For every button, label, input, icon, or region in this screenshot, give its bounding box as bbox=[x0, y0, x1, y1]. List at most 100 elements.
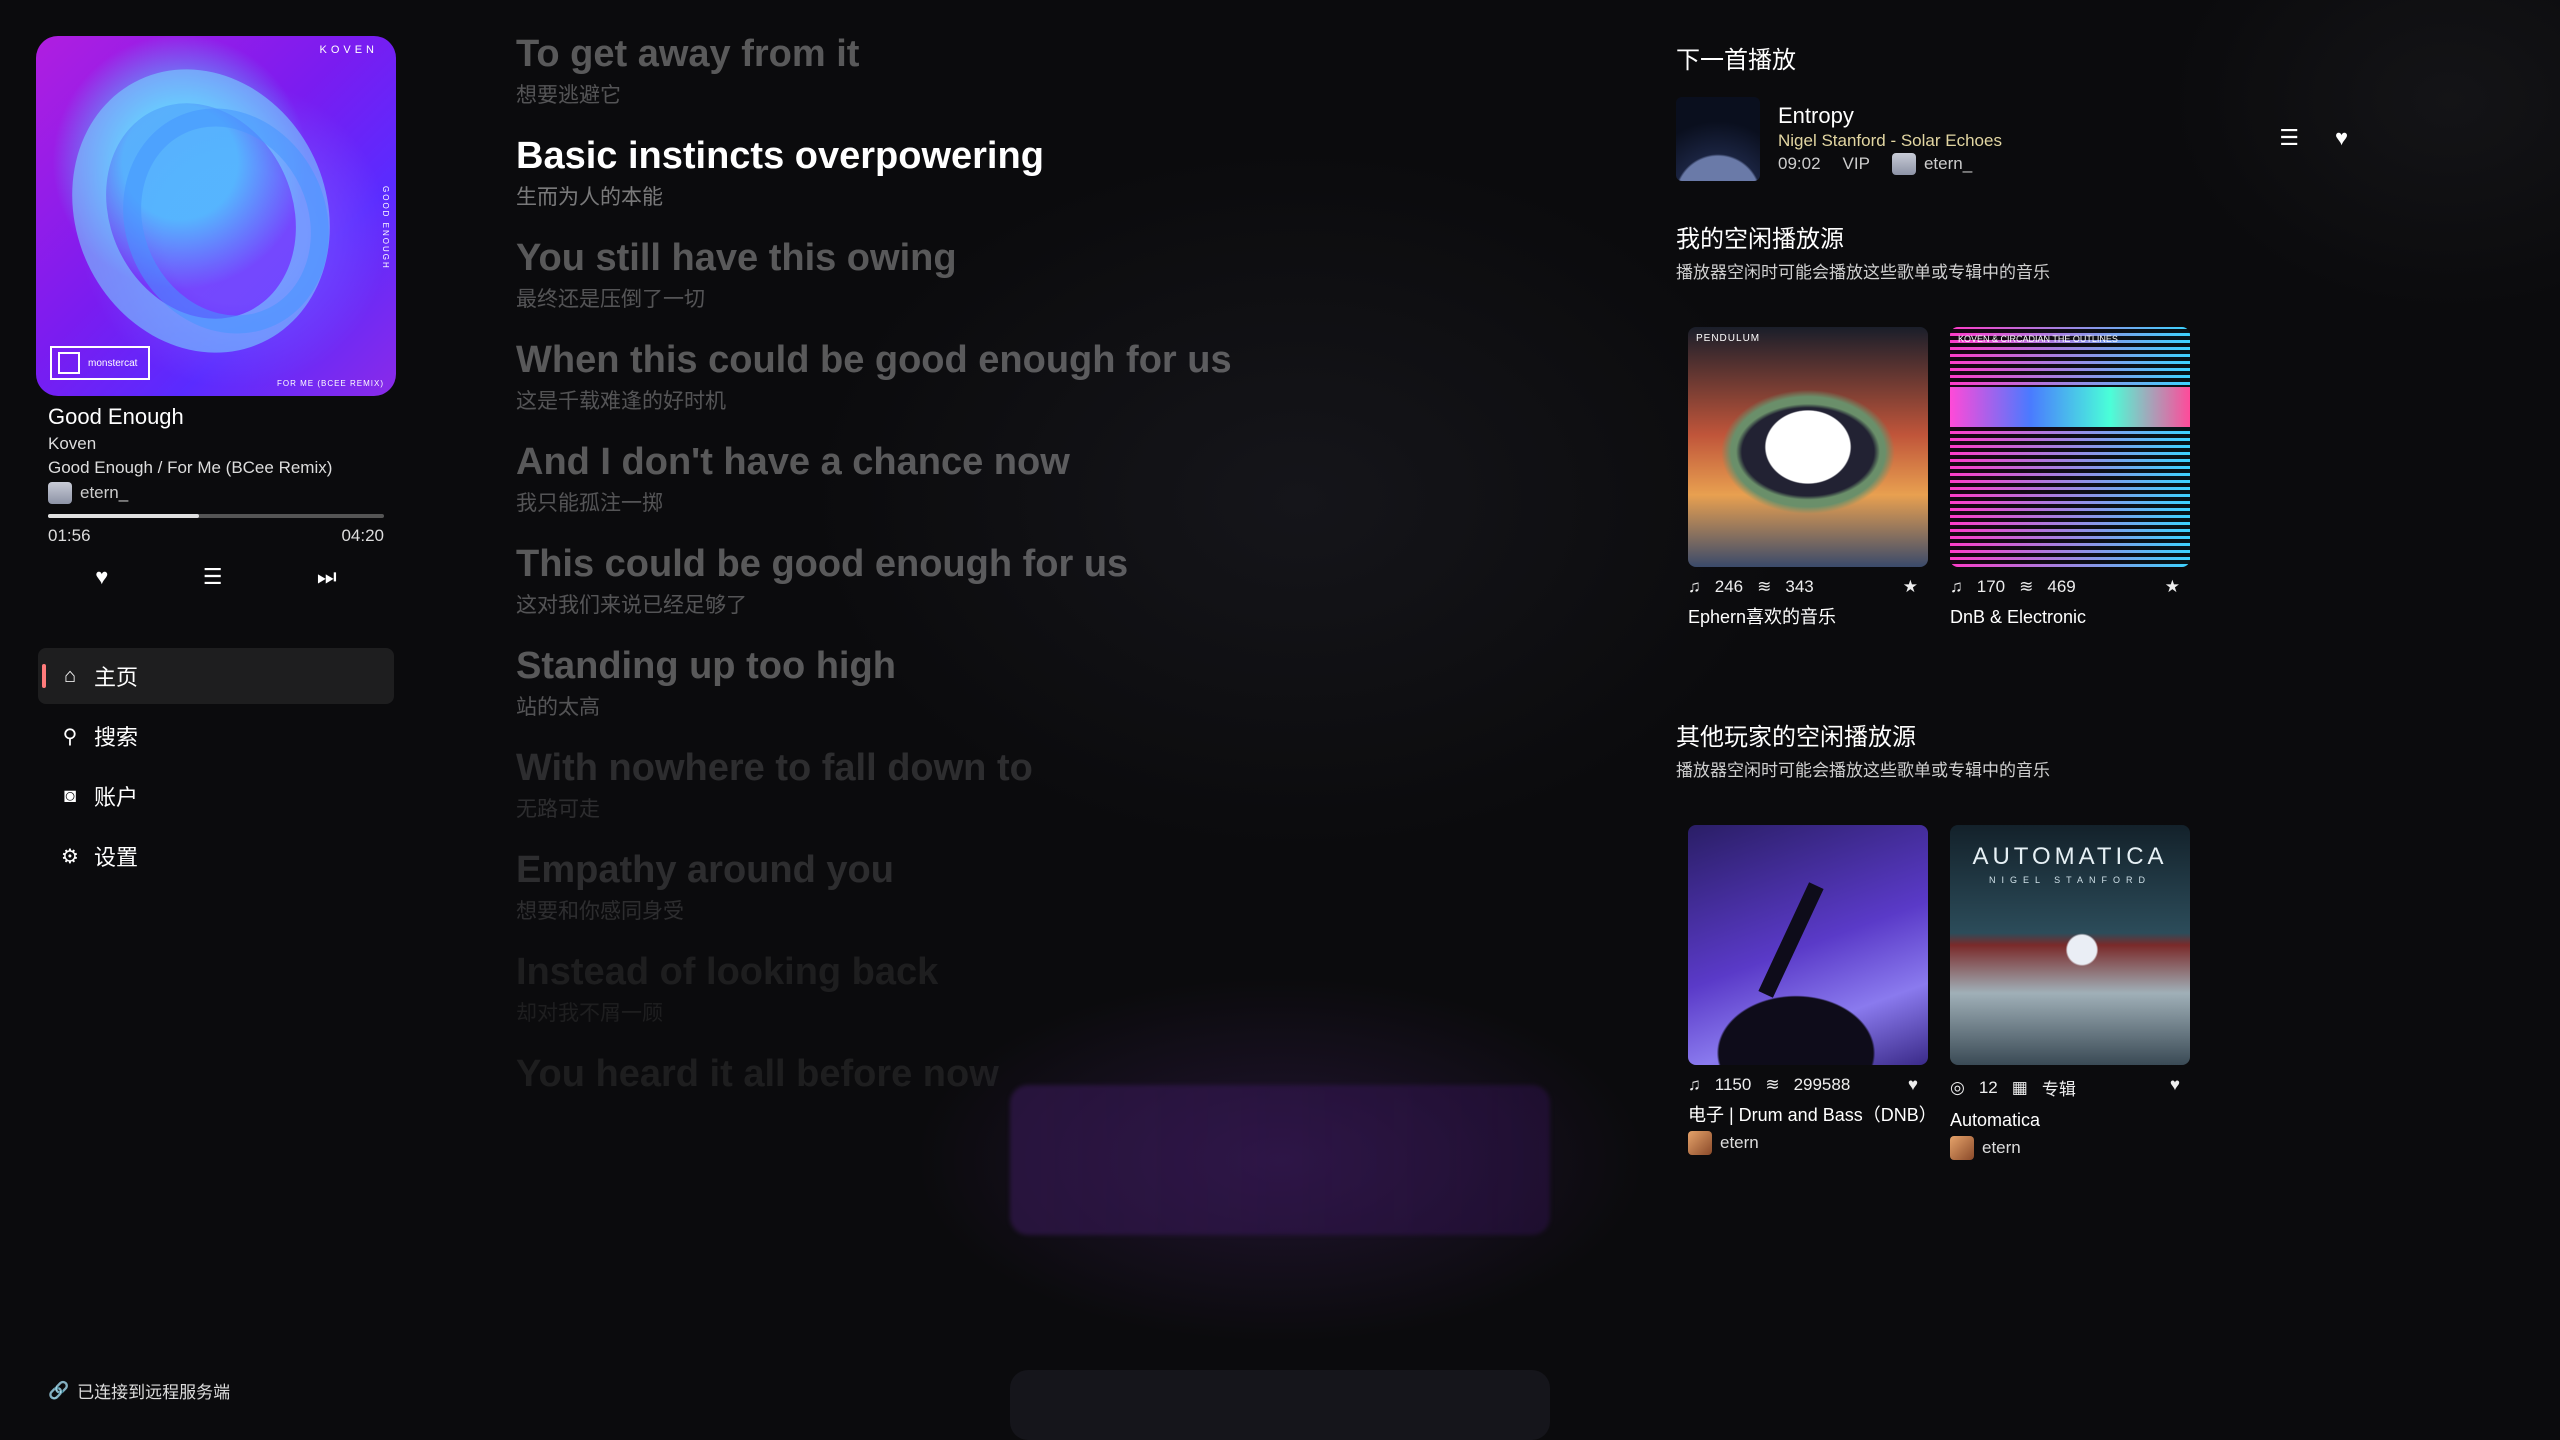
album-card[interactable]: AUTOMATICA NIGEL STANFORD ◎ 12 ▦ 专辑 ♥ Au… bbox=[1950, 825, 2190, 1160]
lyric-translation: 这是千载难逢的好时机 bbox=[516, 390, 726, 413]
cover-side-text: GOOD ENOUGH bbox=[381, 186, 390, 270]
lyric-translation: 站的太高 bbox=[516, 696, 600, 719]
song-count: 12 bbox=[1978, 1077, 1998, 1097]
add-to-queue-icon[interactable]: ☰ bbox=[203, 564, 223, 590]
play-count-icon: ≋ bbox=[2019, 577, 2034, 596]
album-owner[interactable]: etern bbox=[1950, 1136, 2190, 1160]
lyric-line[interactable]: To get away from it 想要逃避它 bbox=[516, 30, 1516, 110]
now-playing-panel: KOVEN monstercat FOR ME (BCEE REMIX) GOO… bbox=[36, 36, 396, 590]
nav-item-home[interactable]: ⌂ 主页 bbox=[38, 648, 394, 704]
my-sources-grid: PENDULUM ♫ 246 ≋ 343 ★ Ephern喜欢的音乐 KOVEN… bbox=[1688, 327, 2436, 629]
lyric-translation: 却对我不屑一顾 bbox=[516, 1002, 663, 1025]
play-count-icon: ≋ bbox=[1757, 577, 1772, 596]
lyric-text: And I don't have a chance now bbox=[516, 441, 1070, 483]
play-count-icon: ≋ bbox=[1765, 1075, 1780, 1094]
heart-icon[interactable]: ♥ bbox=[1908, 1075, 1918, 1095]
lyric-line[interactable]: And I don't have a chance now 我只能孤注一掷 bbox=[516, 438, 1516, 518]
account-icon: ◙ bbox=[63, 784, 77, 807]
main-nav: ⌂ 主页 ⚲ 搜索 ◙ 账户 ⚙ 设置 bbox=[38, 648, 394, 888]
background-blur-card bbox=[1010, 1370, 1550, 1440]
nav-item-account[interactable]: ◙ 账户 bbox=[38, 768, 394, 824]
lyric-translation: 我只能孤注一掷 bbox=[516, 492, 663, 515]
lyric-line[interactable]: Standing up too high 站的太高 bbox=[516, 642, 1516, 722]
lyric-translation: 最终还是压倒了一切 bbox=[516, 288, 705, 311]
lyric-line[interactable]: You still have this owing 最终还是压倒了一切 bbox=[516, 234, 1516, 314]
avatar bbox=[1891, 153, 1916, 175]
song-count-icon: ♫ bbox=[1950, 577, 1963, 596]
cover-brand-text: KOVEN bbox=[319, 44, 378, 56]
remote-status: 🔗 已连接到远程服务端 bbox=[48, 1378, 230, 1403]
nav-label: 设置 bbox=[94, 845, 139, 870]
playlist-card[interactable]: ♫ 1150 ≋ 299588 ♥ 电子 | Drum and Bass（DNB… bbox=[1688, 825, 1937, 1160]
cover-label: KOVEN & CIRCADIAN THE OUTLINES bbox=[1958, 334, 2118, 344]
track-user[interactable]: etern_ bbox=[48, 482, 396, 504]
lyric-line[interactable]: Basic instincts overpowering 生而为人的本能 bbox=[516, 132, 1516, 212]
heart-icon[interactable]: ♥ bbox=[2170, 1075, 2180, 1095]
add-to-queue-icon[interactable]: ☰ bbox=[2279, 125, 2299, 151]
playlist-stats: ♫ 1150 ≋ 299588 ♥ bbox=[1688, 1075, 1928, 1095]
search-icon: ⚲ bbox=[62, 725, 78, 748]
link-icon: 🔗 bbox=[48, 1380, 70, 1400]
disc-icon: ◎ bbox=[1950, 1077, 1965, 1097]
album-icon: ▦ bbox=[2011, 1077, 2028, 1097]
song-count-icon: ♫ bbox=[1688, 1075, 1701, 1094]
track-user-name: etern_ bbox=[80, 483, 129, 502]
playlist-card[interactable]: PENDULUM ♫ 246 ≋ 343 ★ Ephern喜欢的音乐 bbox=[1688, 327, 1928, 629]
album-name: Automatica bbox=[1950, 1110, 2041, 1130]
nav-item-search[interactable]: ⚲ 搜索 bbox=[38, 708, 394, 764]
owner-name: etern bbox=[1720, 1133, 1759, 1152]
star-icon[interactable]: ★ bbox=[2165, 577, 2180, 597]
up-next-heading: 下一首播放 bbox=[1676, 47, 1796, 74]
play-count: 299588 bbox=[1793, 1075, 1851, 1094]
lyrics-panel: To get away from it 想要逃避它 Basic instincts … bbox=[516, 30, 1516, 1120]
my-sources-heading: 我的空闲播放源 bbox=[1676, 226, 1844, 253]
other-sources-grid: ♫ 1150 ≋ 299588 ♥ 电子 | Drum and Bass（DNB… bbox=[1688, 825, 2436, 1160]
playlist-cover: KOVEN & CIRCADIAN THE OUTLINES bbox=[1950, 327, 2190, 567]
lyric-line[interactable]: With nowhere to fall down to 无路可走 bbox=[516, 744, 1516, 824]
total-time: 04:20 bbox=[341, 526, 384, 545]
play-count: 343 bbox=[1785, 577, 1814, 596]
playback-controls: ♥ ☰ ⏭ bbox=[48, 564, 384, 590]
avatar bbox=[1950, 1136, 1974, 1160]
other-sources-subheading: 播放器空闲时可能会播放这些歌单或专辑中的音乐 bbox=[1676, 761, 2050, 780]
cover-badge-text: monstercat bbox=[88, 357, 138, 369]
lyric-line[interactable]: When this could be good enough for us 这是千… bbox=[516, 336, 1516, 416]
up-next-title: Entropy bbox=[1778, 103, 1854, 128]
lyric-line[interactable]: Empathy around you 想要和你感同身受 bbox=[516, 846, 1516, 926]
track-album[interactable]: Good Enough / For Me (BCee Remix) bbox=[48, 458, 396, 478]
lyric-translation: 想要逃避它 bbox=[516, 84, 621, 107]
lyric-line[interactable]: You heard it all before now bbox=[516, 1050, 1516, 1098]
progress-bar[interactable] bbox=[48, 514, 384, 518]
playlist-stats: ♫ 170 ≋ 469 ★ bbox=[1950, 577, 2190, 597]
cover-title: AUTOMATICA bbox=[1972, 843, 2168, 870]
playlist-name: 电子 | Drum and Bass（DNB） bbox=[1688, 1105, 1937, 1125]
song-count: 246 bbox=[1714, 577, 1744, 596]
playlist-owner[interactable]: etern bbox=[1688, 1131, 1928, 1155]
lyric-text: When this could be good enough for us bbox=[516, 339, 1232, 381]
skip-next-icon[interactable]: ⏭ bbox=[317, 564, 337, 590]
playlist-stats: ♫ 246 ≋ 343 ★ bbox=[1688, 577, 1928, 597]
heart-icon[interactable]: ♥ bbox=[2335, 125, 2348, 151]
album-cover[interactable]: KOVEN monstercat FOR ME (BCEE REMIX) GOO… bbox=[36, 36, 396, 396]
lyric-line[interactable]: Instead of looking back 却对我不屑一顾 bbox=[516, 948, 1516, 1028]
lyric-translation: 生而为人的本能 bbox=[516, 186, 663, 209]
up-next-item[interactable]: Entropy Nigel Stanford - Solar Echoes 09… bbox=[1676, 97, 2436, 181]
monstercat-logo-icon bbox=[58, 352, 80, 374]
gear-icon: ⚙ bbox=[61, 845, 79, 868]
avatar bbox=[1688, 1131, 1712, 1155]
nav-item-settings[interactable]: ⚙ 设置 bbox=[38, 828, 394, 884]
album-cover: AUTOMATICA NIGEL STANFORD bbox=[1950, 825, 2190, 1065]
track-artist[interactable]: Koven bbox=[48, 434, 396, 454]
lyric-text: Instead of looking back bbox=[516, 951, 939, 993]
up-next-artist[interactable]: Nigel Stanford - Solar Echoes bbox=[1778, 131, 2002, 151]
vip-badge: VIP bbox=[1842, 154, 1870, 173]
playlist-cover bbox=[1688, 825, 1928, 1065]
cover-label-badge: monstercat bbox=[50, 346, 150, 380]
lyric-text: You still have this owing bbox=[516, 237, 957, 279]
heart-icon[interactable]: ♥ bbox=[95, 564, 108, 590]
nav-label: 主页 bbox=[94, 665, 139, 690]
lyric-text: You heard it all before now bbox=[516, 1053, 999, 1095]
lyric-line[interactable]: This could be good enough for us 这对我们来说已经… bbox=[516, 540, 1516, 620]
playlist-card[interactable]: KOVEN & CIRCADIAN THE OUTLINES ♫ 170 ≋ 4… bbox=[1950, 327, 2190, 629]
star-icon[interactable]: ★ bbox=[1903, 577, 1918, 597]
